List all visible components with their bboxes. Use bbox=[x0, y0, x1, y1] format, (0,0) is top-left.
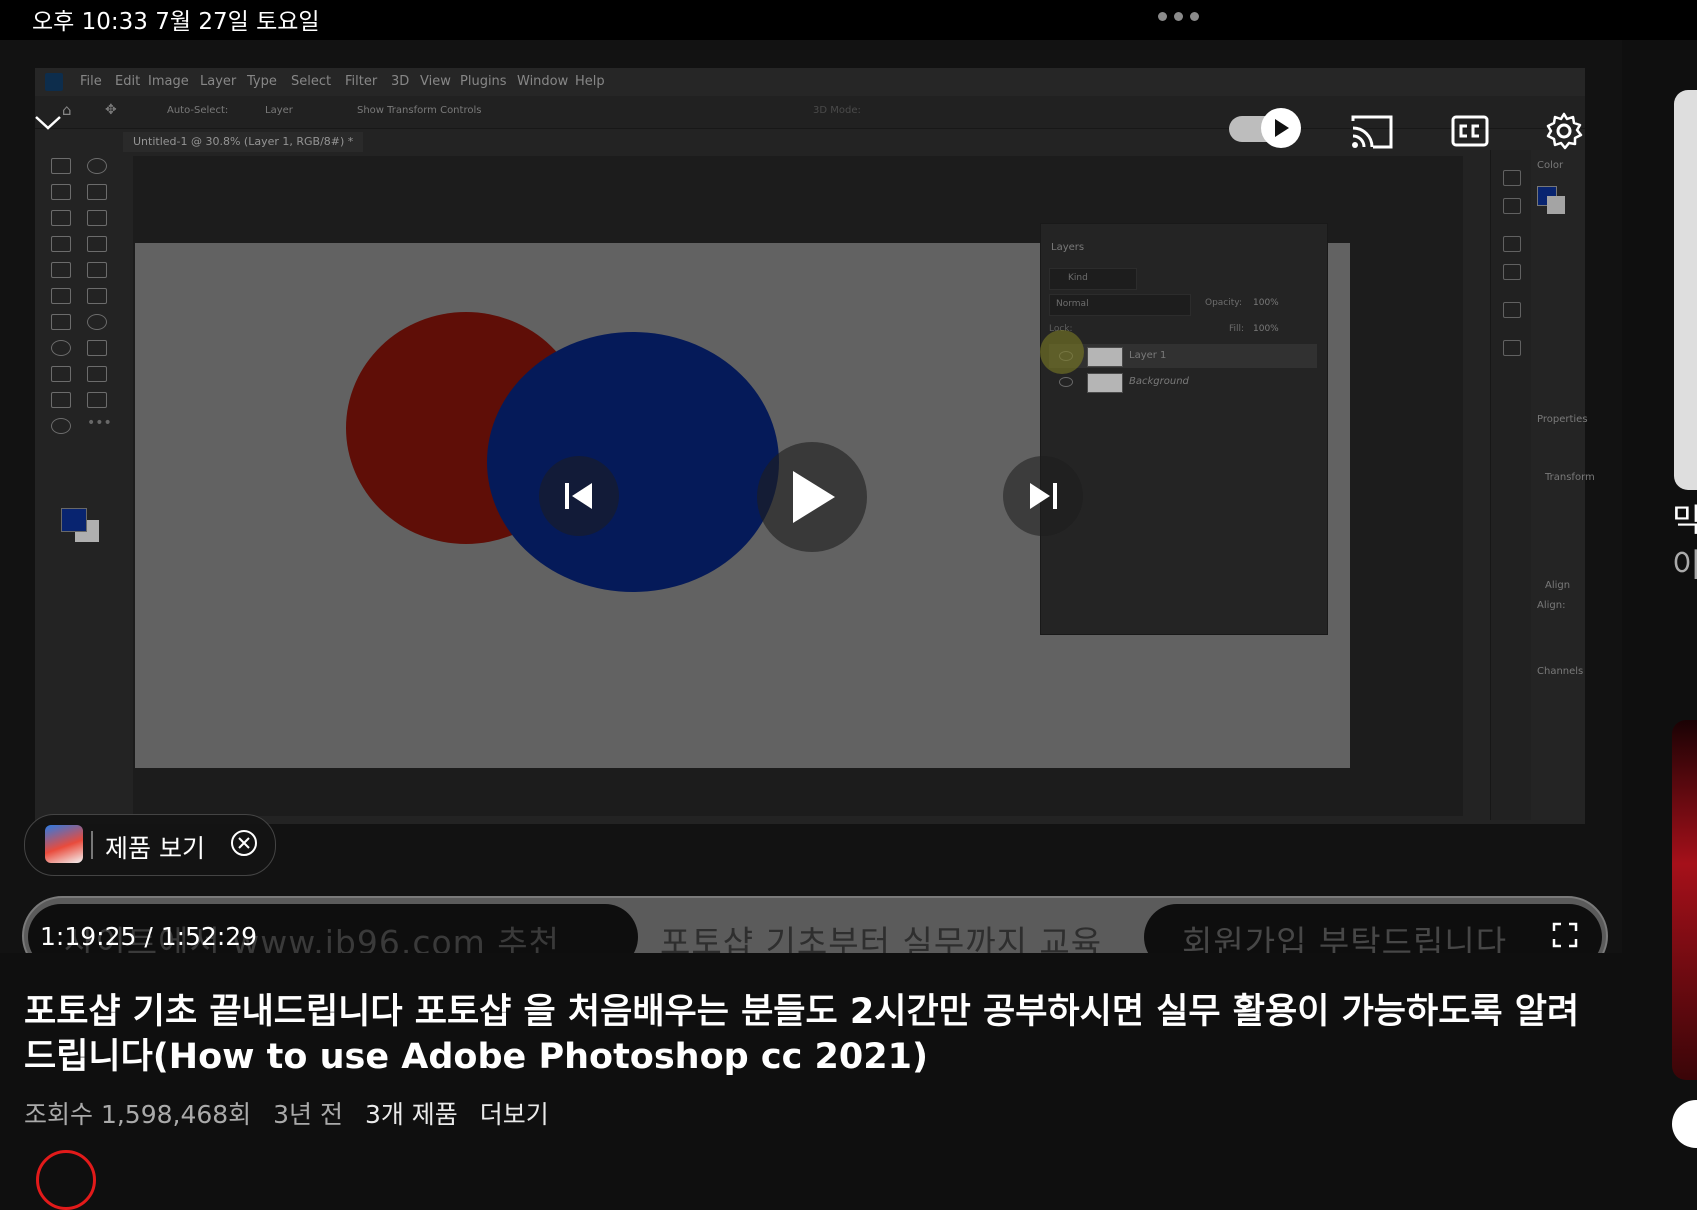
recommended-channel-avatar[interactable] bbox=[1672, 1100, 1697, 1148]
autoplay-toggle[interactable] bbox=[1229, 108, 1301, 148]
play-button[interactable] bbox=[757, 442, 867, 552]
view-products-label: 제품 보기 bbox=[105, 834, 205, 863]
cast-icon[interactable] bbox=[1350, 114, 1394, 150]
autoplay-play-icon bbox=[1261, 108, 1301, 148]
play-icon bbox=[793, 471, 835, 523]
recommendations-column: 믹 이 bbox=[1622, 40, 1697, 1161]
channel-avatar[interactable] bbox=[36, 1150, 96, 1210]
status-bar: 오후 10:33 7월 27일 토요일 bbox=[0, 0, 1697, 40]
multitasking-dots-icon[interactable] bbox=[1158, 12, 1199, 21]
status-time-date: 오후 10:33 7월 27일 토요일 bbox=[32, 9, 320, 35]
next-video-button[interactable] bbox=[1003, 456, 1083, 536]
video-meta: 조회수 1,598,468회 3년 전 3개 제품 더보기 bbox=[24, 1095, 563, 1131]
settings-gear-icon[interactable] bbox=[1543, 110, 1585, 152]
video-banner: 사이트에서 www.ib96.com 추천 포토샵 기초부터 실무까지 교육 회… bbox=[22, 896, 1608, 953]
skip-previous-icon bbox=[565, 483, 592, 509]
banner-text-signup: 회원가입 부탁드립니다 bbox=[1182, 923, 1508, 953]
products-count[interactable]: 3개 제품 bbox=[365, 1100, 458, 1129]
previous-video-button[interactable] bbox=[539, 456, 619, 536]
view-count: 조회수 1,598,468회 bbox=[24, 1100, 252, 1129]
time-display: 1:19:25 / 1:52:29 bbox=[40, 922, 258, 951]
view-products-chip[interactable]: 제품 보기 bbox=[24, 814, 276, 876]
product-thumbnail bbox=[45, 825, 83, 863]
close-icon[interactable] bbox=[231, 830, 257, 856]
upload-age: 3년 전 bbox=[273, 1100, 343, 1129]
video-title: 포토샵 기초 끝내드립니다 포토샵 을 처음배우는 분들도 2시간만 공부하시면… bbox=[24, 992, 1580, 1077]
banner-text-course: 포토샵 기초부터 실무까지 교육 bbox=[660, 923, 1103, 953]
collapse-chevron-icon[interactable] bbox=[30, 108, 66, 138]
closed-captions-icon[interactable] bbox=[1450, 114, 1490, 148]
video-player[interactable]: File Edit Image Layer Type Select Filter… bbox=[0, 40, 1622, 953]
recommended-meta-fragment: 이 bbox=[1672, 546, 1697, 584]
recommended-video-thumbnail[interactable] bbox=[1674, 90, 1697, 490]
recommended-title-fragment[interactable]: 믹 bbox=[1672, 495, 1697, 541]
more-link[interactable]: 더보기 bbox=[480, 1100, 549, 1129]
fullscreen-icon[interactable] bbox=[1552, 922, 1578, 948]
skip-next-icon bbox=[1030, 483, 1057, 509]
recommended-video-thumbnail[interactable] bbox=[1672, 720, 1697, 1080]
